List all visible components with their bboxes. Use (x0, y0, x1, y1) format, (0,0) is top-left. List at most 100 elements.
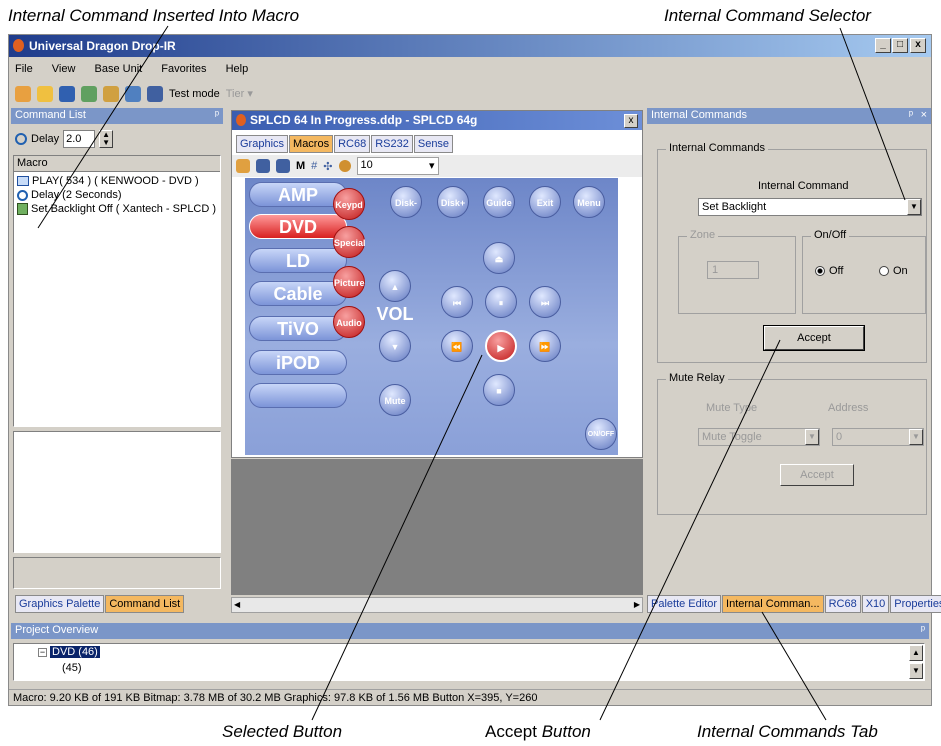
test-mode-label[interactable]: Test mode (169, 88, 220, 100)
menu-view[interactable]: View (52, 63, 76, 75)
document-close-button[interactable]: x (624, 114, 638, 128)
tab-rc68-right[interactable]: RC68 (824, 595, 861, 613)
zoom-select[interactable]: 10 ▾ (356, 157, 439, 175)
save-icon[interactable] (59, 85, 75, 102)
btn-mute[interactable]: Mute (379, 384, 411, 416)
pill-dvd[interactable]: DVD (249, 214, 347, 239)
btn-guide[interactable]: Guide (483, 186, 515, 218)
import-icon[interactable] (81, 85, 97, 102)
tab-macros[interactable]: Macros (289, 135, 334, 153)
tab-properties[interactable]: Properties (890, 595, 941, 613)
pill-blank[interactable] (249, 383, 347, 408)
color-icon[interactable] (338, 160, 351, 172)
btn-ffwd-icon[interactable]: ⏩ (529, 330, 561, 362)
address-select[interactable]: 0 ▼ (832, 428, 924, 446)
horizontal-scrollbar[interactable]: ◀ ▶ (231, 597, 643, 613)
btn-pause-icon[interactable]: ⏸ (485, 286, 517, 318)
list-icon[interactable] (147, 85, 163, 102)
scroll-up-icon[interactable]: ▲ (909, 645, 923, 661)
btn-skip-back-icon[interactable]: ⏮ (441, 286, 473, 318)
tab-graphics[interactable]: Graphics (236, 135, 289, 153)
maximize-button[interactable]: □ (892, 38, 908, 53)
download-icon[interactable] (125, 85, 141, 102)
export-icon[interactable] (103, 85, 119, 102)
chevron-down-icon[interactable]: ▼ (907, 199, 921, 215)
tab-x10[interactable]: X10 (861, 595, 890, 613)
macro-item-set-backlight[interactable]: Set Backlight Off ( Xantech - SPLCD ) (17, 202, 217, 216)
lock-icon[interactable] (256, 159, 270, 173)
menu-favorites[interactable]: Favorites (161, 63, 206, 75)
btn-play-icon[interactable]: ▶ (485, 330, 517, 362)
close-button[interactable]: x (910, 38, 926, 53)
tab-palette-editor[interactable]: Palette Editor (647, 595, 722, 613)
btn-disk-plus[interactable]: Disk+ (437, 186, 469, 218)
tree-node-child[interactable]: (45) (62, 662, 82, 674)
btn-special[interactable]: Special (333, 226, 366, 258)
tab-graphics-palette[interactable]: Graphics Palette (15, 595, 105, 613)
accept-button[interactable]: Accept (763, 325, 865, 351)
mute-type-value: Mute Toggle (702, 431, 762, 443)
close-icon[interactable]: × (921, 109, 927, 121)
mute-accept-button[interactable]: Accept (780, 464, 854, 486)
pin-icon[interactable]: ᵖ (909, 109, 913, 121)
btn-audio[interactable]: Audio (333, 306, 365, 338)
pin-icon[interactable]: ᵖ (215, 109, 219, 121)
macro-m-icon[interactable]: M (296, 160, 305, 172)
on-radio[interactable]: On (879, 265, 908, 277)
minimize-button[interactable]: _ (875, 38, 891, 53)
app-window: Universal Dragon Drop-IR _ □ x File View… (8, 34, 941, 706)
macro-item-delay[interactable]: Delay (2 Seconds) (17, 188, 217, 202)
tab-internal-commands[interactable]: Internal Comman... (722, 595, 824, 613)
btn-vol-down-icon[interactable]: ▼ (379, 330, 411, 362)
collapse-icon[interactable]: − (38, 647, 47, 657)
new-icon[interactable] (15, 85, 31, 102)
grid-icon[interactable] (276, 159, 290, 173)
internal-command-select[interactable]: Set Backlight ▼ (698, 198, 922, 216)
callout-internal-command-selector: Internal Command Selector (664, 6, 871, 25)
callout-accept-word: Accept (485, 722, 537, 741)
btn-vol-up-icon[interactable]: ▲ (379, 270, 411, 302)
btn-stop-icon[interactable]: ■ (483, 374, 515, 406)
macro-item-play[interactable]: PLAY( 534 ) ( KENWOOD - DVD ) (17, 174, 217, 188)
btn-rewind-icon[interactable]: ⏪ (441, 330, 473, 362)
btn-skip-fwd-icon[interactable]: ⏭ (529, 286, 561, 318)
chevron-down-icon[interactable]: ▼ (805, 429, 819, 445)
btn-disk-minus[interactable]: Disk- (390, 186, 422, 218)
btn-eject-icon[interactable]: ⏏ (483, 242, 515, 274)
chevron-down-icon[interactable]: ▼ (909, 429, 923, 445)
btn-picture[interactable]: Picture (333, 266, 365, 298)
snap-icon[interactable]: ✣ (323, 160, 332, 173)
tab-rs232[interactable]: RS232 (371, 135, 413, 153)
home-icon[interactable] (236, 159, 250, 173)
tab-sense[interactable]: Sense (413, 135, 454, 153)
menu-base-unit[interactable]: Base Unit (95, 63, 143, 75)
btn-exit[interactable]: Exit (529, 186, 561, 218)
pin-icon[interactable]: ᵖ (921, 624, 925, 636)
macro-column-header: Macro (14, 156, 220, 172)
pill-ipod[interactable]: iPOD (249, 350, 347, 375)
status-bar: Macro: 9.20 KB of 191 KB Bitmap: 3.78 MB… (9, 689, 931, 706)
menu-help[interactable]: Help (226, 63, 249, 75)
doc-icon (236, 114, 246, 126)
btn-onoff[interactable]: ON/OFF (585, 418, 617, 450)
tab-rc68[interactable]: RC68 (334, 135, 371, 153)
mute-type-select[interactable]: Mute Toggle ▼ (698, 428, 820, 446)
tier-dropdown[interactable]: Tier ▾ (226, 87, 253, 100)
remote-canvas: AMP DVD LD Cable TiVO iPOD Keypd Special… (245, 178, 618, 455)
scroll-down-icon[interactable]: ▼ (909, 663, 923, 679)
delay-spinner[interactable]: ▲ ▼ (99, 130, 114, 148)
zone-input[interactable]: 1 (707, 261, 759, 279)
tab-command-list[interactable]: Command List (105, 595, 185, 613)
delay-input[interactable]: 2.0 (63, 130, 96, 148)
scroll-right-icon[interactable]: ▶ (634, 600, 640, 609)
internal-command-label: Internal Command (758, 180, 849, 192)
btn-menu[interactable]: Menu (573, 186, 605, 218)
btn-keypd[interactable]: Keypd (333, 188, 365, 220)
grid-lines-icon[interactable]: # (311, 160, 317, 172)
scroll-left-icon[interactable]: ◀ (234, 600, 240, 609)
menu-file[interactable]: File (15, 63, 33, 75)
off-radio[interactable]: Off (815, 265, 843, 277)
tree-node-dvd[interactable]: − DVD (46) (38, 646, 100, 658)
open-folder-icon[interactable] (37, 85, 53, 102)
pill-ld[interactable]: LD (249, 248, 347, 273)
